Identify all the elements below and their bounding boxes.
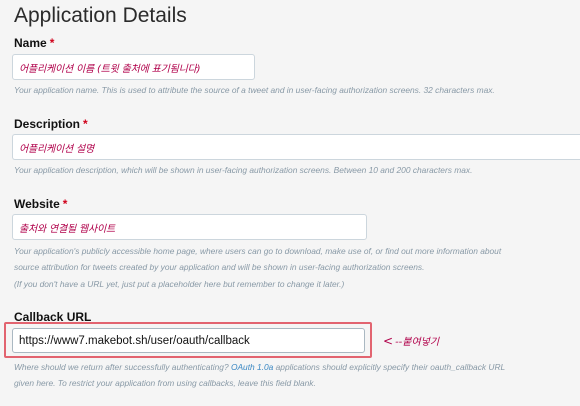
callback-help-before: Where should we return after successfull… (14, 362, 229, 372)
callback-help-text-line2: given here. To restrict your application… (14, 378, 316, 388)
description-input-value: 어플리케이션 설명 (19, 143, 94, 155)
website-input-value: 출처와 연결될 웹사이트 (19, 223, 115, 235)
description-input[interactable]: 어플리케이션 설명 (12, 134, 580, 160)
name-input[interactable]: 어플리케이션 이름 (트윗 출처에 표기됨니다) (12, 54, 255, 80)
website-label-text: Website (14, 197, 60, 211)
name-input-value: 어플리케이션 이름 (트윗 출처에 표기됨니다) (19, 63, 201, 75)
callback-url-input[interactable]: https://www7.makebot.sh/user/oauth/callb… (12, 328, 365, 353)
required-asterisk: * (49, 36, 55, 50)
website-label: Website * (14, 197, 67, 211)
description-label: Description * (14, 117, 88, 131)
arrow-left-icon: < (383, 333, 394, 348)
paste-annotation: < --붙여넣기 (383, 333, 440, 349)
description-help-text: Your application description, which will… (14, 165, 473, 175)
website-help-text-line1: Your application's publicly accessible h… (14, 246, 502, 256)
callback-url-input-value: https://www7.makebot.sh/user/oauth/callb… (19, 334, 250, 347)
name-label: Name * (14, 36, 54, 50)
oauth-link[interactable]: OAuth 1.0a (231, 362, 273, 372)
name-help-text: Your application name. This is used to a… (14, 85, 495, 95)
paste-annotation-text: --붙여넣기 (395, 337, 440, 348)
page-title: Application Details (14, 4, 187, 27)
website-help-text-line2: source attribution for tweets created by… (14, 262, 425, 272)
callback-help-text-line1: Where should we return after successfull… (14, 361, 505, 374)
description-label-text: Description (14, 117, 81, 131)
website-help-text-line3: (If you don't have a URL yet, just put a… (14, 279, 345, 289)
website-input[interactable]: 출처와 연결될 웹사이트 (12, 214, 367, 240)
required-asterisk: * (83, 117, 88, 131)
name-label-text: Name (14, 36, 47, 50)
required-asterisk: * (62, 197, 68, 211)
callback-help-after: applications should explicitly specify t… (275, 362, 506, 372)
